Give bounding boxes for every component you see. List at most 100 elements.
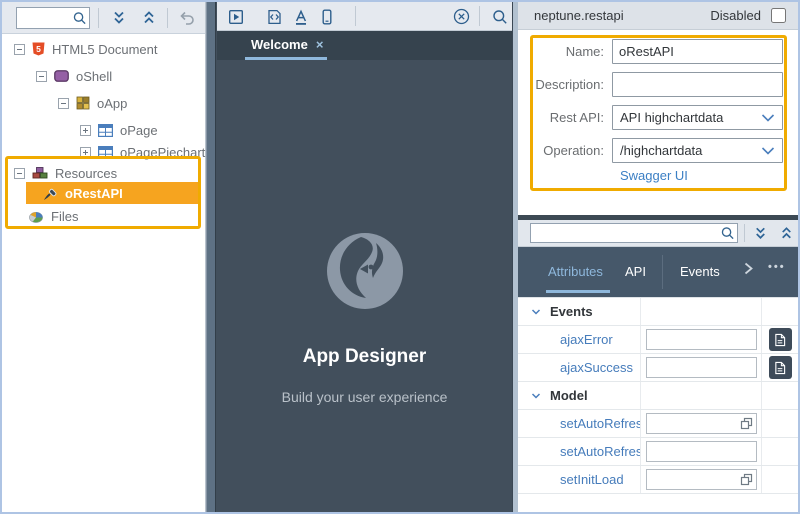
expand-all-icon xyxy=(755,227,765,239)
collapse-expander-icon[interactable] xyxy=(58,97,69,109)
theme-button[interactable] xyxy=(288,4,313,29)
welcome-subtitle: Build your user experience xyxy=(281,389,448,405)
collapse-group-icon[interactable] xyxy=(530,306,542,318)
operation-label: Operation: xyxy=(543,143,604,158)
toolbar-separator xyxy=(355,6,356,26)
tree-item-label: oApp xyxy=(97,95,128,111)
tree-item-label: HTML5 Document xyxy=(52,41,158,57)
expand-expander-icon[interactable] xyxy=(80,124,91,136)
tree-item-files[interactable]: Files xyxy=(28,205,78,227)
toolbar-separator xyxy=(98,8,99,28)
collapse-expander-icon[interactable] xyxy=(36,70,47,82)
property-value-input[interactable] xyxy=(647,442,756,461)
tab-events[interactable]: Events xyxy=(680,264,720,279)
group-row-model[interactable]: Model xyxy=(518,382,798,410)
tree-item-label: Resources xyxy=(55,165,118,181)
property-value-field[interactable] xyxy=(646,329,757,350)
tab-welcome-label: Welcome xyxy=(251,36,308,52)
app-icon xyxy=(76,96,90,110)
chevron-right-icon xyxy=(744,262,753,275)
collapse-all-button[interactable] xyxy=(774,220,798,246)
disabled-checkbox[interactable] xyxy=(771,8,786,23)
name-input[interactable] xyxy=(613,40,782,63)
attributes-tab-bar: Attributes API Events ••• xyxy=(518,247,798,297)
property-value-field[interactable] xyxy=(646,357,757,378)
operation-selected-value: /highchartdata xyxy=(620,143,703,158)
tab-api[interactable]: API xyxy=(625,264,646,279)
code-editor-button[interactable] xyxy=(768,328,792,351)
group-label: Events xyxy=(550,304,593,319)
code-editor-button[interactable] xyxy=(768,356,792,379)
property-value-input[interactable] xyxy=(647,358,756,377)
rest-api-select[interactable]: API highchartdata xyxy=(612,105,783,130)
tab-attributes[interactable]: Attributes xyxy=(548,264,603,279)
outline-panel: 5 HTML5 Document oShell oApp oPage oPage… xyxy=(2,2,206,512)
value-help-icon[interactable] xyxy=(740,417,753,435)
swagger-ui-link[interactable]: Swagger UI xyxy=(620,168,688,183)
property-value-input[interactable] xyxy=(647,330,756,349)
chevron-down-icon xyxy=(761,113,775,122)
properties-form: Name: Description: Rest API: API highcha… xyxy=(518,30,798,215)
phoenix-logo xyxy=(326,233,403,309)
outline-search-field[interactable] xyxy=(16,7,90,29)
attributes-search-input[interactable] xyxy=(531,224,737,242)
tree-item-oshell[interactable]: oShell xyxy=(36,65,112,87)
tree-item-html5-document[interactable]: 5 HTML5 Document xyxy=(14,38,157,60)
expand-all-button[interactable] xyxy=(748,220,772,246)
close-all-button[interactable] xyxy=(449,4,474,29)
description-input[interactable] xyxy=(613,73,782,96)
field-row-rest-api: Rest API: API highchartdata xyxy=(518,105,783,130)
tabs-overflow-chevron[interactable] xyxy=(743,261,754,281)
search-icon xyxy=(73,12,86,25)
properties-panel: neptune.restapi Disabled Name: Descripti… xyxy=(518,2,798,512)
attributes-search-field[interactable] xyxy=(530,223,738,243)
designer-main: Welcome × App Designer Build your user e… xyxy=(217,2,512,512)
collapse-group-icon[interactable] xyxy=(530,390,542,402)
tree-item-orestapi[interactable]: oRestAPI xyxy=(26,182,198,204)
property-row-setautorefresh: setAutoRefresh xyxy=(518,410,798,438)
name-field[interactable] xyxy=(612,39,783,64)
collapse-all-icon xyxy=(781,226,791,238)
designer-toolbar xyxy=(217,2,512,31)
tabs-overflow-menu[interactable]: ••• xyxy=(768,261,786,273)
undo-button[interactable] xyxy=(174,5,200,31)
close-all-icon xyxy=(453,8,470,25)
html5-icon: 5 xyxy=(32,42,45,56)
tab-welcome[interactable]: Welcome × xyxy=(251,31,323,57)
description-field[interactable] xyxy=(612,72,783,97)
collapse-expander-icon[interactable] xyxy=(14,43,25,55)
code-file-button[interactable] xyxy=(262,4,287,29)
chevron-down-icon xyxy=(761,146,775,155)
device-button[interactable] xyxy=(314,4,339,29)
run-button[interactable] xyxy=(223,4,248,29)
tree-item-label: oShell xyxy=(76,68,113,84)
run-icon xyxy=(228,9,243,24)
tab-separator xyxy=(662,255,663,289)
collapse-all-button[interactable] xyxy=(136,5,162,31)
tree-item-resources[interactable]: Resources xyxy=(14,162,117,184)
tab-close-icon[interactable]: × xyxy=(316,37,324,52)
expand-all-button[interactable] xyxy=(106,5,132,31)
designer-search-button[interactable] xyxy=(487,4,512,29)
shell-icon xyxy=(54,70,69,82)
value-help-icon[interactable] xyxy=(740,473,753,491)
property-value-field[interactable] xyxy=(646,441,757,462)
property-label: setAutoRefresh xyxy=(560,444,641,459)
expand-all-icon xyxy=(114,11,124,24)
collapse-expander-icon[interactable] xyxy=(14,167,25,179)
description-label: Description: xyxy=(535,77,604,92)
expand-expander-icon[interactable] xyxy=(80,146,91,158)
tree-item-opagepiechart[interactable]: oPagePiechart xyxy=(80,141,205,163)
field-row-description: Description: xyxy=(518,72,783,97)
tree-item-opage[interactable]: oPage xyxy=(80,119,158,141)
group-label: Model xyxy=(550,388,588,403)
toolbar-separator xyxy=(479,6,480,26)
designer-gutter xyxy=(206,2,216,512)
attributes-table: Events ajaxError ajaxSuccess Model setAu… xyxy=(518,297,798,512)
tree-item-oapp[interactable]: oApp xyxy=(58,92,127,114)
rest-api-selected-value: API highchartdata xyxy=(620,110,724,125)
property-value-field[interactable] xyxy=(646,469,757,490)
property-value-field[interactable] xyxy=(646,413,757,434)
group-row-events[interactable]: Events xyxy=(518,298,798,326)
operation-select[interactable]: /highchartdata xyxy=(612,138,783,163)
